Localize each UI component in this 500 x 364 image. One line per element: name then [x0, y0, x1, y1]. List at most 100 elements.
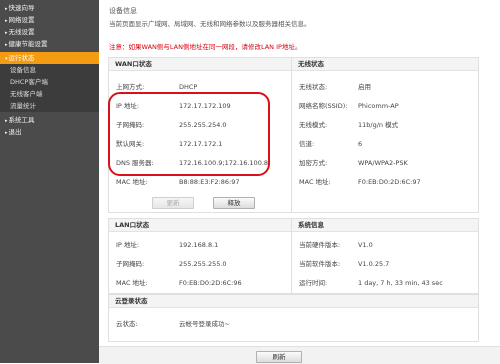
caret-down-icon: ▾: [5, 56, 8, 62]
caret-right-icon: ▸: [5, 18, 8, 24]
wireless-status-panel: 无线状态 无线状态: 启用网络名称(SSID): Phicomm-AP 无线模式: 11…: [291, 57, 479, 213]
sidebar-item[interactable]: 流量统计: [0, 100, 99, 112]
lan-status-panel: LAN口状态 IP 地址: 192.168.8.1 子网掩码: 255.255.255…: [108, 218, 292, 294]
wireless-row: MAC 地址: F0:EB:D0:2D:6C:97: [292, 177, 478, 187]
wan-row-label: 上网方式:: [116, 83, 145, 91]
lan-row: 子网掩码: 255.255.255.0: [109, 259, 291, 269]
wan-row-value: 172.17.172.109: [179, 102, 231, 110]
lan-row: MAC 地址: F0:EB:D0:2D:6C:96: [109, 278, 291, 288]
sidebar-item-label: 无线客户端: [10, 90, 43, 98]
system-row: 当前硬件版本: V1.0: [292, 240, 478, 250]
sidebar-item[interactable]: ▸系统工具: [0, 114, 99, 126]
wireless-row-label: 网络名称(SSID):: [299, 102, 348, 110]
sidebar-item[interactable]: ▸网络设置: [0, 14, 99, 26]
wireless-row-label: MAC 地址:: [299, 178, 331, 186]
wan-status-panel: WAN口状态 上网方式: DHCP IP 地址: 172.17.172.109 子网掩码…: [108, 57, 292, 213]
wan-row-label: 默认网关:: [116, 140, 145, 148]
wireless-status-title: 无线状态: [292, 58, 478, 71]
sidebar-item-label: 流量统计: [10, 102, 36, 110]
wan-status-title: WAN口状态: [109, 58, 291, 71]
wan-row: MAC 地址: B8:88:E3:F2:86:97: [109, 177, 291, 187]
wireless-row-value: Phicomm-AP: [358, 102, 399, 110]
renew-button[interactable]: 更新: [152, 197, 194, 209]
sidebar-item-label: 设备信息: [10, 66, 36, 74]
sidebar-item[interactable]: 设备信息: [0, 64, 99, 76]
sidebar-item-label: 无线设置: [8, 28, 35, 36]
system-row-value: V1.0.25.7: [358, 260, 390, 268]
wireless-row-label: 无线模式:: [299, 121, 328, 129]
cloud-row-value: 云帐号登录成功~: [179, 320, 230, 328]
lan-wan-notice: 注意：如果WAN侧与LAN侧地址在同一网段，请修改LAN IP地址。: [109, 43, 302, 51]
system-row-value: 1 day, 7 h, 33 min, 43 sec: [358, 279, 443, 287]
wireless-row-label: 加密方式:: [299, 159, 328, 167]
wireless-row: 无线模式: 11b/g/n 模式: [292, 120, 478, 130]
sidebar: ▸快速向导 ▸网络设置 ▸无线设置 ▸健康节能设置 ▾运行状态 设备信息 DHCP客户端 无线…: [0, 0, 99, 363]
lan-status-title: LAN口状态: [109, 219, 291, 232]
cloud-row: 云状态: 云帐号登录成功~: [109, 319, 478, 329]
caret-right-icon: ▸: [5, 30, 8, 36]
sidebar-item[interactable]: ▸快速向导: [0, 2, 99, 14]
wan-row: IP 地址: 172.17.172.109: [109, 101, 291, 111]
lan-row-value: 192.168.8.1: [179, 241, 219, 249]
sidebar-item-label: 健康节能设置: [8, 40, 48, 48]
system-row-value: V1.0: [358, 241, 373, 249]
caret-right-icon: ▸: [5, 42, 8, 48]
wan-row-label: DNS 服务器:: [116, 159, 154, 167]
refresh-button[interactable]: 刷新: [256, 351, 302, 363]
sidebar-item-label: 网络设置: [8, 16, 35, 24]
system-row-label: 当前软件版本:: [299, 260, 341, 268]
page-description: 当前页面显示广域网、局域网、无线和网络参数以及服务器相关信息。: [109, 20, 311, 28]
system-info-panel: 系统信息 当前硬件版本: V1.0 当前软件版本: V1.0.25.7 运行时间: 1 d…: [291, 218, 479, 294]
wan-row-value: DHCP: [179, 83, 198, 91]
caret-right-icon: ▸: [5, 118, 8, 124]
wireless-row: 无线状态: 启用: [292, 82, 478, 92]
wireless-row-label: 信道:: [299, 140, 315, 148]
sidebar-item-label: DHCP客户端: [10, 78, 48, 86]
wan-row: 上网方式: DHCP: [109, 82, 291, 92]
system-row: 运行时间: 1 day, 7 h, 33 min, 43 sec: [292, 278, 478, 288]
sidebar-item-label: 退出: [8, 128, 22, 136]
wan-row-value: B8:88:E3:F2:86:97: [179, 178, 240, 186]
sidebar-item[interactable]: 无线客户端: [0, 88, 99, 100]
wan-row: 默认网关: 172.17.172.1: [109, 139, 291, 149]
lan-row-value: F0:EB:D0:2D:6C:96: [179, 279, 242, 287]
wan-row-label: MAC 地址:: [116, 178, 148, 186]
sidebar-item[interactable]: ▸健康节能设置: [0, 38, 99, 50]
wireless-row: 信道: 6: [292, 139, 478, 149]
lan-row: IP 地址: 192.168.8.1: [109, 240, 291, 250]
lan-row-value: 255.255.255.0: [179, 260, 227, 268]
system-info-title: 系统信息: [292, 219, 478, 232]
main-content: 设备信息 当前页面显示广域网、局域网、无线和网络参数以及服务器相关信息。 注意：…: [108, 0, 500, 363]
wireless-row-value: 启用: [358, 83, 371, 91]
sidebar-item[interactable]: DHCP客户端: [0, 76, 99, 88]
caret-right-icon: ▸: [5, 130, 8, 136]
wireless-row-value: 6: [358, 140, 363, 148]
wireless-row: 加密方式: WPA/WPA2-PSK: [292, 158, 478, 168]
sidebar-item[interactable]: ▾运行状态: [0, 52, 99, 64]
wan-row-value: 255.255.254.0: [179, 121, 227, 129]
caret-right-icon: ▸: [5, 6, 8, 12]
lan-row-label: MAC 地址:: [116, 279, 148, 287]
wan-row: 子网掩码: 255.255.254.0: [109, 120, 291, 130]
system-row-label: 当前硬件版本:: [299, 241, 341, 249]
wan-row-label: IP 地址:: [116, 102, 140, 110]
sidebar-item-label: 快速向导: [8, 4, 35, 12]
cloud-status-title: 云登录状态: [109, 295, 478, 308]
lan-row-label: 子网掩码:: [116, 260, 145, 268]
wan-row-value: 172.17.172.1: [179, 140, 223, 148]
wan-row: DNS 服务器: 172.16.100.9;172.16.100.8: [109, 158, 291, 168]
sidebar-item[interactable]: ▸无线设置: [0, 26, 99, 38]
system-row-label: 运行时间:: [299, 279, 328, 287]
system-row: 当前软件版本: V1.0.25.7: [292, 259, 478, 269]
wan-row-value: 172.16.100.9;172.16.100.8: [179, 159, 269, 167]
wireless-row-value: WPA/WPA2-PSK: [358, 159, 408, 167]
sidebar-item-label: 系统工具: [8, 116, 35, 124]
wireless-row: 网络名称(SSID): Phicomm-AP: [292, 101, 478, 111]
wireless-row-value: F0:EB:D0:2D:6C:97: [358, 178, 421, 186]
wireless-row-value: 11b/g/n 模式: [358, 121, 399, 129]
page-title: 设备信息: [109, 7, 137, 15]
cloud-status-panel: 云登录状态 云状态: 云帐号登录成功~: [108, 294, 479, 342]
wan-row-label: 子网掩码:: [116, 121, 145, 129]
release-button[interactable]: 释放: [213, 197, 255, 209]
sidebar-item[interactable]: ▸退出: [0, 126, 99, 138]
